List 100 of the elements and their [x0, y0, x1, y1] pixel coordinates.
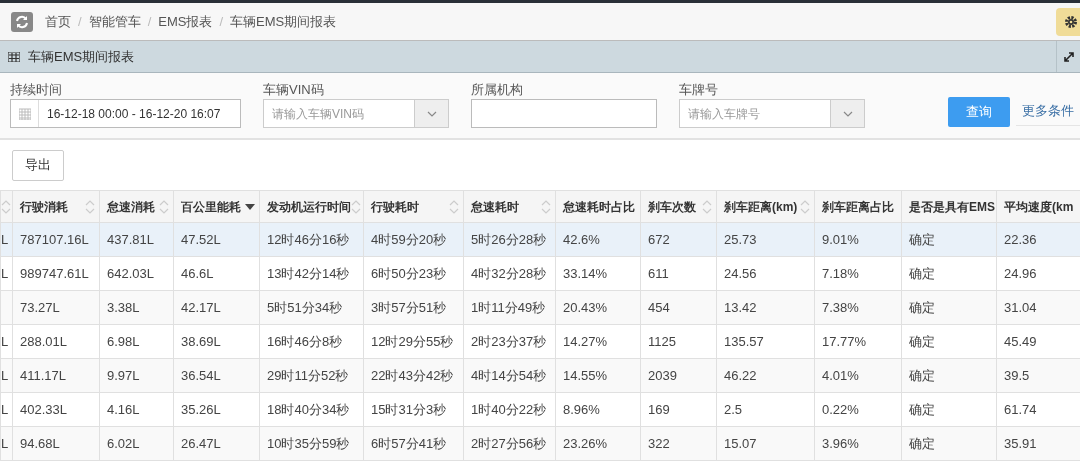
table-cell: 42.6% [563, 231, 600, 247]
sort-icon[interactable] [159, 199, 169, 214]
table-cell: 46.6L [181, 265, 214, 281]
table-cell: 14.27% [563, 333, 608, 349]
table-cell: 1时40分22秒 [471, 401, 547, 417]
column-header: 刹车距离占比 [814, 190, 902, 223]
table-cell: 6.02L [107, 435, 140, 451]
table-cell: 6时57分41秒 [371, 435, 447, 451]
table-row[interactable]: L 288.01L 6.98L 38.69L 16时46分8秒 12时29分55秒 2时23分37秒 14.27% 1125 135.57 17.77% 确定 45.49 [0, 324, 1080, 359]
sort-icon[interactable] [351, 199, 361, 214]
settings-button[interactable] [1056, 7, 1080, 36]
column-header: 是否是具有EMS [901, 190, 997, 223]
table-cell: 2时27分56秒 [471, 435, 547, 451]
column-header[interactable]: 发动机运行时间 [259, 190, 364, 223]
export-button[interactable]: 导出 [12, 149, 64, 181]
breadcrumb-link[interactable]: 首页 [45, 11, 71, 32]
table-cell: 2时23分37秒 [471, 333, 547, 349]
breadcrumb-separator: / [147, 12, 152, 31]
table-cell: L [1, 231, 9, 247]
table-cell: 13.42 [724, 299, 757, 315]
table-cell: 确定 [909, 265, 935, 281]
dropdown-toggle[interactable] [830, 100, 864, 127]
refresh-button[interactable] [11, 11, 33, 32]
table-cell: 26.47L [181, 435, 221, 451]
table-row[interactable]: 73.27L 3.38L 42.17L 5时51分34秒 3时57分51秒 1时11分49秒 20.43% 454 13.42 7.38% 确定 31.04 [0, 290, 1080, 325]
date-range-field[interactable]: 16-12-18 00:00 - 16-12-20 16:07 [10, 99, 241, 128]
sort-icon[interactable] [541, 199, 551, 214]
table-cell: 46.22 [724, 367, 757, 383]
table-cell: 4时32分28秒 [471, 265, 547, 281]
breadcrumb-separator: / [78, 12, 82, 31]
sort-icon[interactable] [449, 199, 459, 214]
table-cell: 45.49 [1004, 333, 1037, 349]
sort-icon[interactable] [702, 199, 712, 214]
table-cell: 22.36 [1004, 231, 1037, 247]
table-cell: 2039 [648, 367, 677, 383]
column-header[interactable]: 怠速消耗 [99, 190, 174, 223]
table-cell: 33.14% [563, 265, 608, 281]
sort-descending-icon[interactable] [245, 203, 255, 210]
table-cell: 24.56 [724, 265, 757, 281]
table-cell: 18时40分34秒 [267, 401, 350, 417]
table-row[interactable]: L 989747.61L 642.03L 46.6L 13时42分14秒 6时50分23秒 4时32分28秒 33.14% 611 24.56 7.18% 确定 24.96 [0, 256, 1080, 291]
table-cell: 13时42分14秒 [267, 265, 350, 281]
table-cell: 47.52L [181, 231, 221, 247]
table-cell: L [1, 265, 9, 281]
table-cell: 确定 [909, 333, 935, 349]
table-cell: 25.73 [724, 231, 757, 247]
column-header: 怠速耗时占比 [555, 190, 641, 223]
table-cell: 8.96% [563, 401, 600, 417]
table-cell: 288.01L [20, 333, 67, 349]
column-header[interactable]: 刹车距离(km) [716, 190, 815, 223]
table-cell: 15.07 [724, 435, 757, 451]
table-row[interactable]: L 411.17L 9.97L 36.54L 29时11分52秒 22时43分42秒 4时14分54秒 14.55% 2039 46.22 4.01% 确定 39.5 [0, 358, 1080, 393]
table-cell: 94.68L [20, 435, 60, 451]
table-cell: 642.03L [107, 265, 154, 281]
table-cell: 2.5 [724, 401, 743, 417]
table-cell: 1125 [648, 333, 676, 349]
sort-icon[interactable] [800, 199, 810, 214]
column-header[interactable]: 行驶耗时 [363, 190, 464, 223]
column-header[interactable]: 怠速耗时 [463, 190, 556, 223]
table-cell: 437.81L [107, 231, 154, 247]
table-cell: 确定 [909, 367, 935, 383]
table-cell: 1时11分49秒 [471, 299, 546, 315]
sort-icon[interactable] [1, 199, 11, 214]
panel-title: 车辆EMS期间报表 [28, 47, 135, 66]
dropdown-toggle[interactable] [414, 100, 448, 127]
table-cell: 35.26L [181, 401, 221, 417]
table-cell: 3.96% [822, 435, 859, 451]
table-cell: 5时26分28秒 [471, 231, 547, 247]
table-cell: 4.16L [107, 401, 140, 417]
column-header[interactable]: 刹车次数 [640, 190, 717, 223]
table-cell: 35.91 [1004, 435, 1037, 451]
input-field[interactable] [471, 99, 657, 128]
column-header[interactable]: 行驶消耗 [12, 190, 100, 223]
table-row[interactable]: L 94.68L 6.02L 26.47L 10时35分59秒 6时57分41秒 2时27分56秒 23.26% 322 15.07 3.96% 确定 35.91 [0, 426, 1080, 461]
table-cell: 24.96 [1004, 265, 1037, 281]
table-cell: 6时50分23秒 [371, 265, 447, 281]
table-row[interactable]: L 402.33L 4.16L 35.26L 18时40分34秒 15时31分3秒 1时40分22秒 8.96% 169 2.5 0.22% 确定 61.74 [0, 392, 1080, 427]
table-row[interactable]: L 787107.16L 437.81L 47.52L 12时46分16秒 4时59分20秒 5时26分28秒 42.6% 672 25.73 9.01% 确定 22.36 [0, 222, 1080, 257]
sort-icon[interactable] [85, 199, 95, 214]
table-icon [8, 51, 20, 62]
table-cell: 7.38% [822, 299, 859, 315]
table-cell: 4时59分20秒 [371, 231, 447, 247]
table-cell: 17.77% [822, 333, 867, 349]
table-cell: 15时31分3秒 [371, 401, 447, 417]
breadcrumb-link[interactable]: 智能管车 [88, 11, 141, 32]
breadcrumb-link[interactable]: EMS报表 [158, 11, 213, 32]
column-header[interactable]: 百公里能耗 [173, 190, 260, 223]
table-cell: 169 [648, 401, 670, 417]
table-cell: 454 [648, 299, 670, 315]
more-conditions-button[interactable]: 更多条件 [1016, 97, 1080, 126]
chevron-down-icon [426, 110, 437, 117]
filter-label: 车牌号 [679, 81, 719, 99]
table-cell: 6.98L [107, 333, 140, 349]
table-cell: 14.55% [563, 367, 608, 383]
table-cell: 确定 [909, 231, 935, 247]
table-cell: 672 [648, 231, 670, 247]
table-cell: 42.17L [181, 299, 221, 315]
column-header[interactable] [0, 190, 13, 223]
table-cell: 确定 [909, 435, 935, 451]
chevron-down-icon [842, 110, 853, 117]
